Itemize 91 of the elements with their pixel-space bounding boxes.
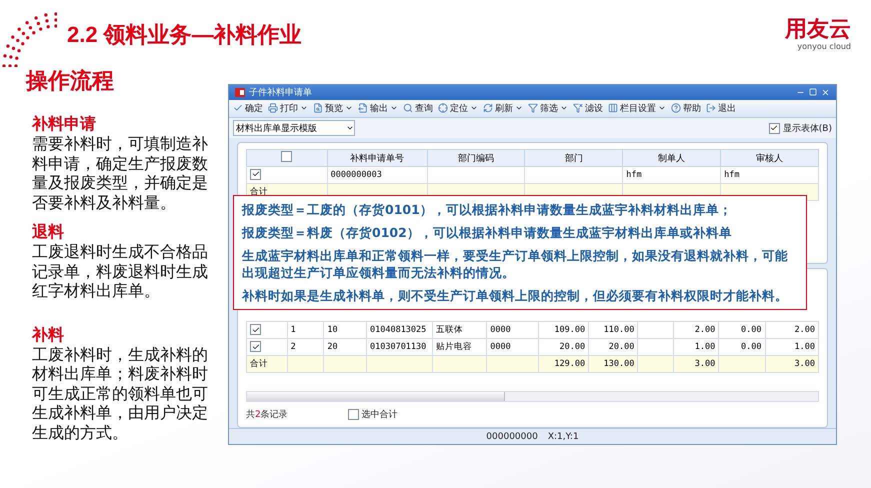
crosshair-icon (438, 103, 448, 114)
section-title: 操作流程 (26, 68, 114, 96)
select-total-checkbox[interactable]: 选中合计 (348, 408, 398, 422)
table-cell: 0000 (486, 322, 539, 339)
checkbox[interactable] (348, 409, 359, 420)
table-cell: 01030701130 (366, 338, 432, 356)
exit-icon (706, 103, 716, 114)
check-icon (252, 170, 260, 178)
section-text: 工废补料时，生成补料的材料出库单；料废补料时可生成正常的领料单也可生成补料单，由用户决定生成的方式。 (32, 344, 209, 442)
table-cell: 20.00 (588, 338, 638, 356)
toolbar-button[interactable]: 退出 (706, 102, 736, 115)
table-cell: 1.00 (765, 338, 818, 356)
template-dropdown[interactable]: 材料出库单显示模版 (233, 120, 355, 136)
table-cell: 贴片电容 (432, 338, 487, 356)
file-arrow-icon (358, 103, 368, 114)
table-cell: 10 (324, 322, 366, 339)
toolbar-button[interactable]: 滤设 (573, 102, 603, 115)
table-cell: hfm (720, 166, 818, 184)
total-cell: 130.00 (588, 356, 638, 373)
close-icon[interactable] (821, 88, 830, 97)
refresh-icon (483, 103, 493, 114)
slide-title: 2.2 领料业务—补料作业 (67, 21, 302, 49)
column-header: 补料申请单号 (327, 150, 428, 167)
column-header: 部门编码 (427, 150, 525, 167)
check-icon (233, 103, 243, 114)
note-text: 生成蓝宇材料出库单和正常领料一样，要受生产订单领料上限控制，如果没有退料就补料，可能出现超过生产订单应领料量而无法补料的情况。 (242, 247, 789, 281)
section-text: 工废退料时生成不合格品记录单，料废退料时生成红字材料出库单。 (32, 242, 209, 300)
filter-x-icon (573, 103, 583, 114)
table-cell: 110.00 (588, 322, 638, 339)
maximize-icon[interactable] (809, 88, 817, 96)
section-heading: 退料 (32, 222, 65, 242)
logo-mark: 用友云 (785, 18, 851, 42)
select-all-checkbox[interactable] (281, 151, 292, 162)
table-cell: 0000 (486, 338, 539, 356)
filter-icon (528, 103, 538, 114)
search-icon (403, 103, 413, 114)
table-cell: 0.00 (718, 322, 766, 339)
record-count: 共2条记录 (246, 408, 288, 422)
toolbar-button[interactable]: 打印 (268, 102, 308, 115)
table-cell: 20 (324, 338, 366, 356)
table-cell: 1.00 (673, 338, 719, 356)
table-cell: 0000000003 (327, 166, 428, 184)
table-cell: 0.00 (718, 338, 766, 356)
table-cell: 2 (287, 338, 324, 356)
checkbox[interactable] (768, 122, 780, 134)
toolbar-button[interactable]: 筛选 (528, 102, 568, 115)
show-body-checkbox[interactable]: 显示表体(B) (768, 122, 832, 135)
toolbar-button[interactable]: 定位 (438, 102, 478, 115)
app-icon (235, 88, 245, 97)
section-heading: 补料 (32, 324, 65, 344)
help-icon (671, 103, 681, 114)
columns-icon (608, 103, 618, 114)
table-cell: 1 (287, 322, 324, 339)
toolbar-button[interactable]: 预览 (313, 102, 353, 115)
check-icon (770, 124, 778, 132)
table-cell: 2.00 (765, 322, 818, 339)
toolbar-button[interactable]: 帮助 (671, 102, 701, 115)
column-header: 制单人 (622, 150, 721, 167)
toolbar-button[interactable]: 确定 (233, 102, 263, 115)
note-text: 报废类型＝料废（存货0102），可以根据补料申请数量生成蓝宇材料出库单或补料单 (242, 224, 733, 241)
table-cell: 109.00 (538, 322, 589, 339)
table-cell: 2.00 (673, 322, 719, 339)
horizontal-scrollbar[interactable] (246, 391, 819, 402)
total-cell: 129.00 (538, 356, 589, 373)
section-text: 需要补料时，可填制造补料申请，确定生产报废数量及报废类型，并确定是否要补料及补料量。 (32, 134, 209, 212)
row-checkbox[interactable] (250, 168, 261, 180)
column-header: 部门 (524, 150, 623, 167)
table-cell: 五联体 (432, 322, 487, 339)
table-cell: 01040813025 (366, 322, 432, 339)
row-checkbox[interactable] (250, 341, 261, 352)
total-cell: 3.00 (673, 356, 719, 373)
toolbar-button[interactable]: 刷新 (483, 102, 523, 115)
total-label: 合计 (246, 356, 288, 373)
note-text: 报废类型＝工废的（存货0101），可以根据补料申请数量生成蓝宇补料材料出库单； (242, 201, 733, 218)
column-header: 审核人 (720, 150, 818, 167)
section-heading: 补料申请 (32, 114, 97, 134)
window-title: 子件补料申请单 (249, 86, 313, 99)
status-text: X:1,Y:1 (548, 432, 579, 442)
table-cell: hfm (622, 166, 721, 184)
logo-tagline: yonyou cloud (797, 42, 851, 51)
toolbar-button[interactable]: 查询 (403, 102, 433, 115)
status-text: 000000000 (486, 432, 538, 442)
printer-icon (268, 103, 278, 114)
toolbar-button[interactable]: 输出 (358, 102, 398, 115)
dot-arc-drawing (0, 10, 57, 67)
total-cell: 3.00 (765, 356, 818, 373)
note-text: 补料时如果是生成补料单，则不受生产订单领料上限的控制，但必须要有补料权限时才能补料。 (242, 287, 789, 304)
table-cell: 20.00 (538, 338, 589, 356)
toolbar-button[interactable]: 栏目设置 (608, 102, 666, 115)
row-checkbox[interactable] (250, 324, 261, 336)
document-search-icon (313, 103, 323, 114)
